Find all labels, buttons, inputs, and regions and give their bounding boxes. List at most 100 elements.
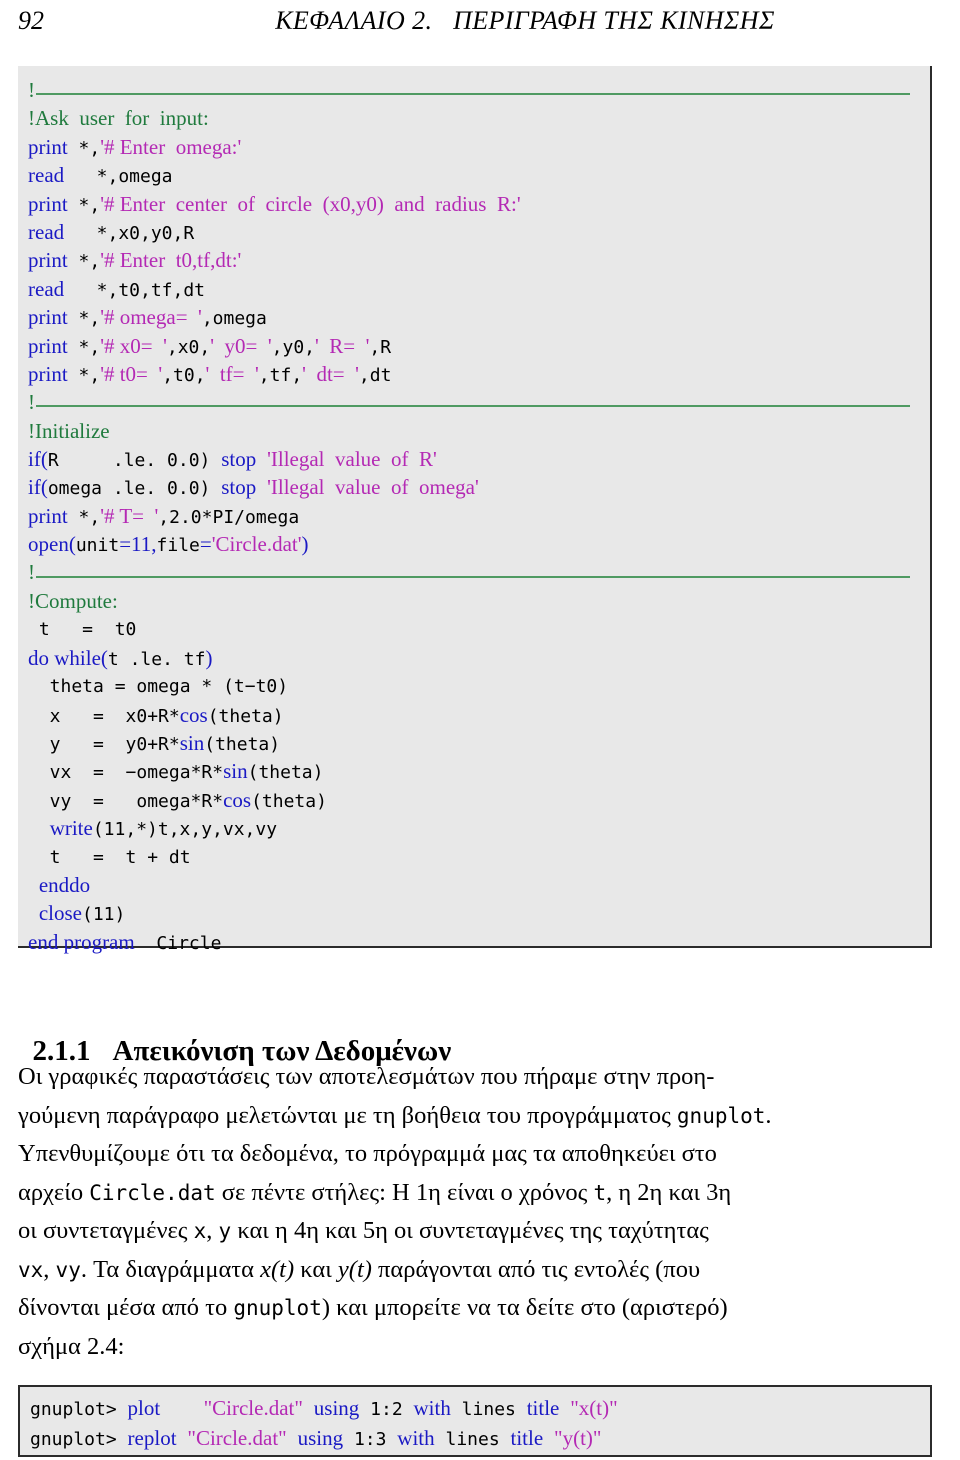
code-token-str: ' tf= ' bbox=[205, 361, 259, 386]
code-token-kw: using bbox=[313, 1396, 360, 1420]
code-token-kw: if( bbox=[28, 475, 48, 500]
code-token-kw: do while( bbox=[28, 645, 108, 670]
paragraph-line: οι συντεταγμένες x, y και η 4η και 5η οι… bbox=[18, 1212, 932, 1251]
code-line: if(omega .le. 0.0) stop 'Illegal value o… bbox=[28, 473, 930, 501]
code-token-var: t = t0 bbox=[28, 619, 137, 641]
inline-text: σε πέντε στήλες: Η 1η είναι ο χρόνος bbox=[215, 1178, 594, 1206]
code-token-var: omega bbox=[118, 166, 173, 188]
code-token-op: *, bbox=[67, 308, 101, 330]
code-token-kw: print bbox=[28, 134, 68, 159]
code-token-kw: close bbox=[38, 901, 82, 926]
code-token-var: (theta) bbox=[247, 762, 324, 784]
inline-text: αρχείο bbox=[18, 1178, 90, 1206]
code-line: !Initialize bbox=[28, 417, 930, 445]
comment-bang: ! bbox=[28, 389, 35, 414]
code-token-cmt: !Initialize bbox=[28, 418, 110, 443]
code-token-var: x0,y0,R bbox=[118, 222, 195, 244]
code-line: print *,'# Enter omega:' bbox=[28, 133, 930, 161]
paragraph-line: αρχείο Circle.dat σε πέντε στήλες: Η 1η … bbox=[18, 1174, 932, 1213]
code-line: do while(t .le. tf) bbox=[28, 644, 930, 672]
code-token-var: PI bbox=[212, 506, 235, 528]
code-token-op bbox=[28, 819, 50, 840]
code-token-op: *, bbox=[64, 222, 119, 244]
code-line: print *,'# omega= ',omega bbox=[28, 303, 930, 331]
code-token-var: (theta) bbox=[204, 733, 281, 755]
code-line: open(unit=11,file='Circle.dat') bbox=[28, 530, 930, 558]
code-token-var: omega bbox=[47, 478, 113, 500]
code-line: gnuplot> replot "Circle.dat" using 1:3 w… bbox=[30, 1423, 930, 1453]
code-token-kw: =11, bbox=[119, 532, 157, 557]
code-token-op: ,2.0* bbox=[158, 506, 213, 528]
paragraph-line: Υπενθυμίζουμε ότι τα δεδομένα, το πρόγρα… bbox=[18, 1135, 932, 1174]
code-token-var: theta = omega * (t bbox=[28, 676, 245, 698]
code-line: t = t + dt bbox=[28, 843, 930, 871]
code-token-var: y = y0+R* bbox=[28, 733, 180, 755]
code-line: vx = −omega*R*sin(theta) bbox=[28, 757, 930, 785]
code-token-var: vy = omega*R* bbox=[28, 790, 224, 812]
code-token-kw: with bbox=[397, 1426, 435, 1450]
code-token-kw: = bbox=[199, 532, 212, 557]
code-token-op: *, bbox=[64, 279, 119, 301]
code-token-kw: title bbox=[526, 1396, 560, 1420]
code-token-str: "Circle.dat" bbox=[187, 1426, 287, 1450]
horizontal-rule bbox=[36, 405, 910, 408]
code-line: print *,'# T= ',2.0*PI/omega bbox=[28, 502, 930, 530]
code-token-var: t0,tf,dt bbox=[118, 279, 206, 301]
code-token-kw: end program bbox=[28, 929, 135, 954]
horizontal-rule bbox=[36, 575, 910, 578]
code-token-var bbox=[160, 1399, 203, 1420]
code-token-str: 'Illegal value of R' bbox=[267, 447, 437, 472]
code-token-op: , bbox=[369, 336, 381, 358]
inline-code: x bbox=[193, 1219, 207, 1243]
inline-math: x(t) bbox=[260, 1255, 295, 1283]
code-token-var bbox=[287, 1429, 298, 1450]
inline-math: y(t) bbox=[337, 1255, 372, 1283]
code-line: print *,'# Enter t0,tf,dt:' bbox=[28, 246, 930, 274]
code-token-op: − bbox=[244, 676, 256, 698]
code-token-var: t = t + dt bbox=[28, 846, 191, 868]
code-line: print *,'# Enter center of circle (x0,y0… bbox=[28, 190, 930, 218]
code-token-kw: read bbox=[28, 276, 65, 301]
code-line: enddo bbox=[28, 871, 930, 899]
inline-text: Οι γραφικές παραστάσεις των αποτελεσμάτω… bbox=[18, 1063, 715, 1090]
code-token-var: t bbox=[107, 648, 119, 670]
code-token-var: x0, bbox=[177, 336, 211, 358]
comment-bang: ! bbox=[28, 560, 35, 585]
code-token-str: "Circle.dat" bbox=[203, 1396, 303, 1420]
code-line: close(11) bbox=[28, 899, 930, 927]
code-token-var: tf, bbox=[269, 364, 303, 386]
code-token-var: lines bbox=[450, 1399, 527, 1420]
code-token-str: '# Enter omega:' bbox=[100, 134, 242, 159]
code-token-op: , bbox=[258, 364, 270, 386]
inline-text: . bbox=[765, 1101, 772, 1129]
code-token-cmt: !Compute: bbox=[28, 589, 118, 614]
code-token-kw: replot bbox=[127, 1426, 177, 1450]
code-token-str: '# Enter t0,tf,dt:' bbox=[100, 248, 242, 273]
paragraph-line: vx, vy. Τα διαγράμματα x(t) και y(t) παρ… bbox=[18, 1251, 932, 1290]
code-token-var: R bbox=[380, 336, 392, 358]
code-token-var: tf bbox=[183, 648, 206, 670]
code-token-kw: ) bbox=[301, 532, 309, 557]
code-token-op bbox=[256, 450, 267, 471]
paragraph-line: σχήμα 2.4: bbox=[18, 1328, 932, 1367]
code-token-str: '# T= ' bbox=[100, 503, 159, 528]
code-token-kw: cos bbox=[223, 787, 252, 812]
code-token-kw: print bbox=[28, 361, 68, 386]
inline-text: και bbox=[294, 1255, 338, 1283]
comment-separator-rule: ! bbox=[28, 559, 930, 587]
code-token-var: y0, bbox=[282, 336, 315, 358]
page-running-header: 92 ΚΕΦΑΛΑΙΟ 2. ΠΕΡΙΓΡΑΦΗ ΤΗΣ ΚΙΝΗΣΗΣ bbox=[0, 0, 960, 52]
code-token-var bbox=[177, 1429, 188, 1450]
code-token-op: , bbox=[201, 308, 213, 330]
code-token-var bbox=[559, 1399, 570, 1420]
code-token-op: , bbox=[271, 336, 283, 358]
inline-code: vx bbox=[18, 1257, 44, 1282]
code-token-var: x = x0+R* bbox=[28, 705, 180, 727]
code-token-str: "y(t)" bbox=[554, 1426, 602, 1450]
code-token-kw: stop bbox=[221, 447, 257, 472]
code-token-kw: sin bbox=[223, 759, 248, 784]
gnuplot-code-listing: gnuplot> plot "Circle.dat" using 1:2 wit… bbox=[18, 1385, 932, 1457]
code-token-op: *, bbox=[67, 336, 101, 358]
code-line: t = t0 bbox=[28, 615, 930, 643]
code-token-str: ' y0= ' bbox=[210, 333, 272, 358]
